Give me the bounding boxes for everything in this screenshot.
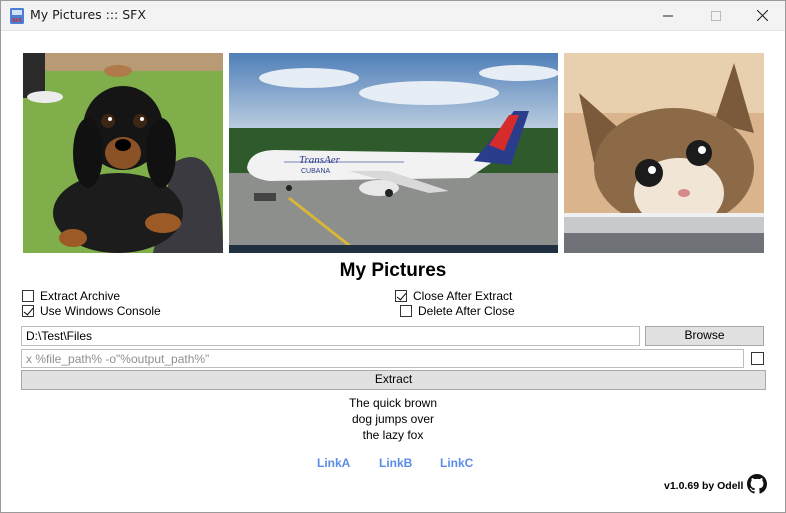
github-icon[interactable]: [747, 474, 767, 494]
close-after-extract-label: Close After Extract: [413, 289, 513, 303]
output-path-input[interactable]: D:\Test\Files: [21, 326, 640, 346]
extract-archive-option[interactable]: Extract Archive: [22, 289, 120, 303]
link-a[interactable]: LinkA: [317, 456, 350, 470]
use-windows-console-checkbox[interactable]: [22, 305, 34, 317]
use-windows-console-option[interactable]: Use Windows Console: [22, 304, 161, 318]
window-title: My Pictures ::: SFX: [30, 7, 146, 22]
description-text: The quick brown dog jumps over the lazy …: [1, 395, 785, 443]
dachshund-puppy-photo: [23, 53, 223, 253]
airplane-photo: TransAer CUBANA: [229, 53, 558, 253]
extract-archive-checkbox[interactable]: [22, 290, 34, 302]
close-button[interactable]: [739, 1, 785, 30]
delete-after-close-checkbox[interactable]: [400, 305, 412, 317]
svg-text:CUBANA: CUBANA: [301, 168, 331, 175]
description-line: The quick brown: [348, 396, 438, 410]
minimize-button[interactable]: [645, 1, 691, 30]
command-input[interactable]: x %file_path% -o"%output_path%": [21, 349, 744, 368]
description-line: the lazy fox: [362, 428, 424, 442]
close-icon: [756, 10, 768, 21]
use-windows-console-label: Use Windows Console: [40, 304, 161, 318]
minimize-icon: [663, 15, 673, 16]
close-after-extract-checkbox[interactable]: [395, 290, 407, 302]
sfx-archive-icon: SFX: [10, 8, 24, 24]
title-bar[interactable]: SFX My Pictures ::: SFX: [1, 1, 785, 31]
command-toggle-checkbox[interactable]: [751, 352, 764, 365]
link-c[interactable]: LinkC: [440, 456, 473, 470]
svg-text:TransAer: TransAer: [299, 154, 341, 166]
version-label: v1.0.69 by Odell: [664, 480, 744, 492]
extract-button[interactable]: Extract: [21, 370, 766, 390]
delete-after-close-option[interactable]: Delete After Close: [400, 304, 515, 318]
browse-button[interactable]: Browse: [645, 326, 764, 346]
maximize-button[interactable]: [693, 1, 739, 30]
maximize-icon: [711, 10, 721, 21]
svg-text:SFX: SFX: [12, 18, 22, 24]
sfx-window: SFX My Pictures ::: SFX TransAer CUBANA …: [0, 0, 786, 513]
close-after-extract-option[interactable]: Close After Extract: [395, 289, 512, 303]
page-title: My Pictures: [339, 260, 447, 281]
kitten-photo: [564, 53, 764, 253]
description-line: dog jumps over: [351, 412, 435, 426]
link-b[interactable]: LinkB: [379, 456, 412, 470]
main-content: TransAer CUBANA My Pictures Extract Arch…: [1, 31, 785, 512]
delete-after-close-label: Delete After Close: [418, 304, 515, 318]
extract-archive-label: Extract Archive: [40, 289, 121, 303]
